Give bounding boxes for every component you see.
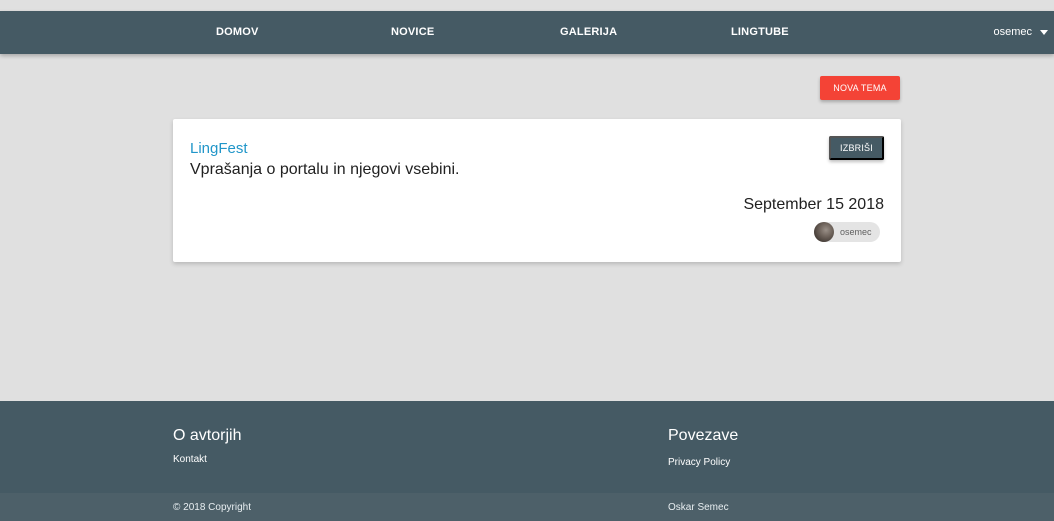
nav-link-lingtube[interactable]: LINGTUBE — [731, 11, 789, 54]
caret-down-icon — [1040, 30, 1048, 35]
footer-copyright: © 2018 Copyright — [173, 502, 251, 513]
nav-link-galerija[interactable]: GALERIJA — [560, 11, 617, 54]
nav-link-novice[interactable]: NOVICE — [391, 11, 434, 54]
topic-card: LingFest Vprašanja o portalu in njegovi … — [173, 119, 901, 262]
delete-topic-button[interactable]: IZBRIŠI — [829, 136, 884, 160]
new-topic-button[interactable]: NOVA TEMA — [820, 76, 900, 100]
top-navbar: DOMOV NOVICE GALERIJA LINGTUBE osemec — [0, 11, 1054, 54]
author-chip: osemec — [814, 222, 880, 242]
user-menu[interactable]: osemec — [993, 11, 1054, 54]
footer-privacy-link[interactable]: Privacy Policy — [668, 457, 730, 468]
topic-description: Vprašanja o portalu in njegovi vsebini. — [190, 161, 460, 178]
user-menu-label: osemec — [993, 26, 1032, 38]
footer-author-name: Oskar Semec — [668, 502, 729, 513]
footer-bottom-bar: © 2018 Copyright Oskar Semec — [0, 493, 1054, 521]
topic-date: September 15 2018 — [743, 196, 884, 213]
author-avatar — [814, 222, 834, 242]
footer-about-heading: O avtorjih — [173, 427, 242, 444]
page-footer: O avtorjih Kontakt Povezave Privacy Poli… — [0, 401, 1054, 521]
author-name: osemec — [840, 227, 872, 237]
footer-links-heading: Povezave — [668, 427, 739, 444]
footer-contact-link[interactable]: Kontakt — [173, 454, 207, 465]
topic-title-link[interactable]: LingFest — [190, 140, 248, 157]
nav-link-domov[interactable]: DOMOV — [216, 11, 259, 54]
